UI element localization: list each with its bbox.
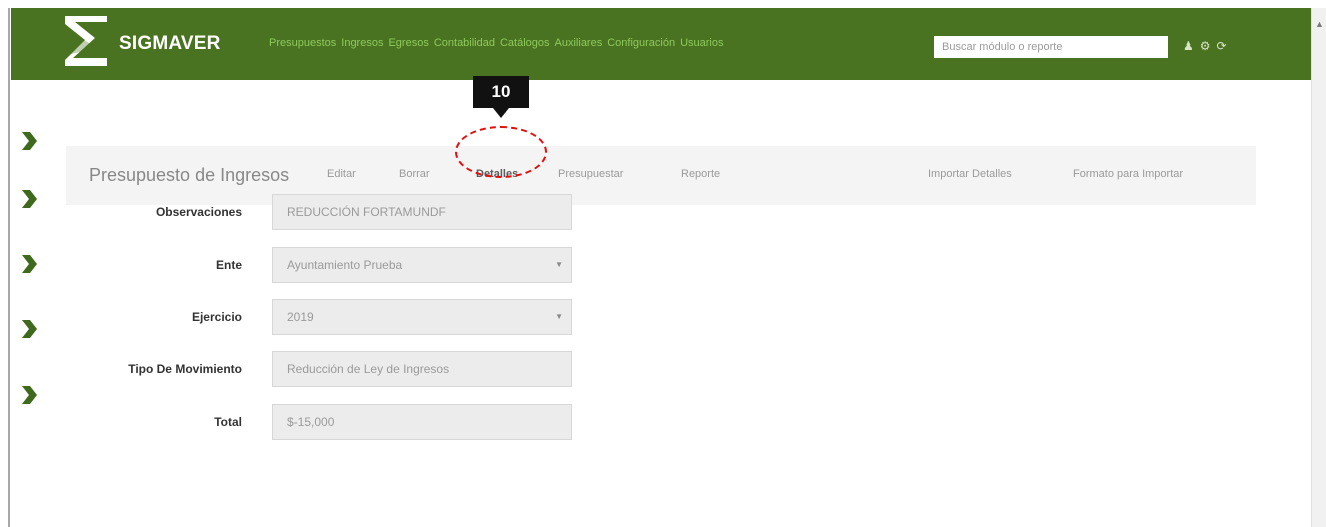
chevron-right-icon[interactable] (20, 253, 38, 275)
menu-item-auxiliares[interactable]: Auxiliares (555, 37, 603, 49)
menu-item-catalogos[interactable]: Catálogos (500, 37, 550, 49)
ejercicio-value: 2019 (287, 310, 314, 324)
menu-item-configuracion[interactable]: Configuración (607, 37, 675, 49)
budget-link[interactable]: Presupuestar (558, 168, 623, 180)
sigmaver-logo-icon (65, 16, 107, 66)
import-format-link[interactable]: Formato para Importar (1073, 168, 1183, 180)
tipo-movimiento-label: Tipo De Movimiento (128, 362, 242, 376)
brand-name[interactable]: SIGMAVER (119, 33, 221, 55)
total-field[interactable]: $-15,000 (272, 404, 572, 440)
step-badge-pointer (493, 108, 509, 118)
observaciones-label: Observaciones (155, 205, 242, 219)
main-menu: Presupuestos Ingresos Egresos Contabilid… (269, 37, 724, 49)
vertical-scrollbar[interactable]: ▲ (1311, 8, 1326, 527)
tipo-movimiento-field[interactable]: Reducción de Ley de Ingresos (272, 351, 572, 387)
step-badge: 10 (473, 76, 529, 108)
total-value: $-15,000 (287, 415, 335, 429)
search-input[interactable] (934, 36, 1168, 58)
total-label: Total (214, 415, 242, 429)
caret-down-icon: ▼ (555, 312, 563, 321)
settings-icon[interactable]: ⚙ (1200, 39, 1211, 53)
scroll-up-icon[interactable]: ▲ (1315, 20, 1324, 29)
page-title: Presupuesto de Ingresos (89, 165, 290, 185)
ente-select[interactable]: Ayuntamiento Prueba ▼ (272, 247, 572, 283)
caret-down-icon: ▼ (555, 260, 563, 269)
app-window: SIGMAVER Presupuestos Ingresos Egresos C… (0, 0, 1326, 527)
menu-item-ingresos[interactable]: Ingresos (341, 37, 383, 49)
tipo-movimiento-value: Reducción de Ley de Ingresos (287, 362, 450, 376)
menu-item-egresos[interactable]: Egresos (388, 37, 428, 49)
user-icon[interactable]: ♟ (1183, 39, 1194, 53)
report-link[interactable]: Reporte (681, 168, 720, 180)
ejercicio-select[interactable]: 2019 ▼ (272, 299, 572, 335)
top-navbar: SIGMAVER Presupuestos Ingresos Egresos C… (11, 8, 1311, 80)
observaciones-field[interactable]: REDUCCIÓN FORTAMUNDF (272, 194, 572, 230)
menu-item-contabilidad[interactable]: Contabilidad (434, 37, 495, 49)
delete-link[interactable]: Borrar (399, 168, 430, 180)
ente-value: Ayuntamiento Prueba (287, 258, 403, 272)
chevron-right-icon[interactable] (20, 188, 38, 210)
window-left-border (8, 8, 10, 527)
chevron-right-icon[interactable] (20, 130, 38, 152)
ente-label: Ente (215, 258, 242, 272)
page-toolbar: Presupuesto de Ingresos Editar Borrar De… (66, 146, 1256, 205)
ejercicio-label: Ejercicio (191, 310, 242, 324)
logout-icon[interactable]: ⟳ (1217, 39, 1227, 53)
highlight-circle (455, 126, 547, 178)
chevron-right-icon[interactable] (20, 384, 38, 406)
import-details-link[interactable]: Importar Detalles (928, 168, 1012, 180)
menu-item-usuarios[interactable]: Usuarios (680, 37, 723, 49)
menu-item-presupuestos[interactable]: Presupuestos (269, 37, 336, 49)
edit-link[interactable]: Editar (327, 168, 356, 180)
navbar-icons: ♟ ⚙ ⟳ (1183, 39, 1227, 53)
chevron-right-icon[interactable] (20, 318, 38, 340)
observaciones-value: REDUCCIÓN FORTAMUNDF (287, 205, 446, 219)
